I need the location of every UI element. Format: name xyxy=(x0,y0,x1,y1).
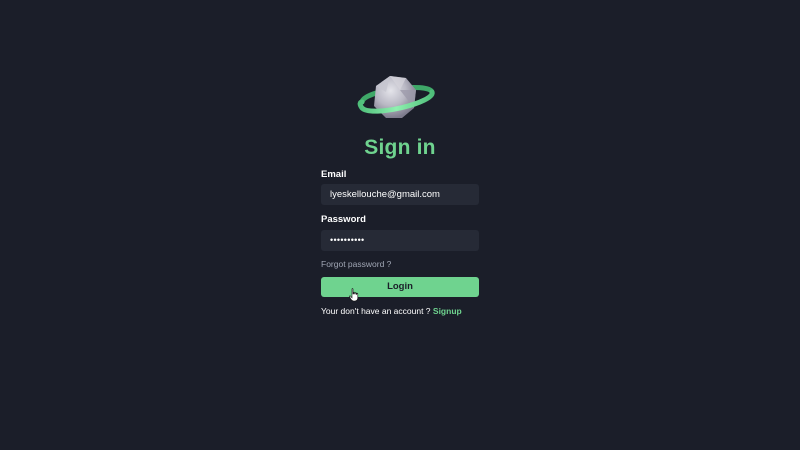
signup-link[interactable]: Signup xyxy=(433,306,462,316)
hand-cursor-icon xyxy=(349,288,359,302)
planet-icon xyxy=(357,76,435,118)
email-label: Email xyxy=(321,169,347,180)
signup-prompt: Your don't have an account ? Signup xyxy=(321,305,462,317)
login-button[interactable]: Login xyxy=(321,277,479,297)
password-field[interactable]: •••••••••• xyxy=(321,230,479,251)
signup-prompt-text: Your don't have an account ? xyxy=(321,306,433,316)
page-title: Sign in xyxy=(364,136,436,159)
forgot-password-link[interactable]: Forgot password ? xyxy=(321,258,391,270)
password-label: Password xyxy=(321,214,366,225)
email-field[interactable]: lyeskellouche@gmail.com xyxy=(321,184,479,205)
